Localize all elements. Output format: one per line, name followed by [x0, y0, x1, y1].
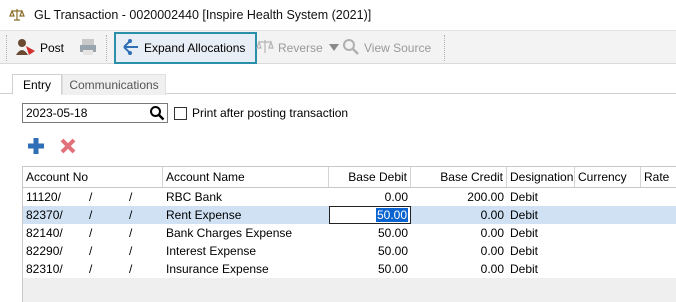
col-account-no[interactable]: Account No	[23, 167, 163, 187]
base-credit: 0.00	[480, 208, 504, 222]
expand-allocations-icon	[122, 38, 140, 59]
account-name: Rent Expense	[166, 208, 242, 222]
account-name: Bank Charges Expense	[166, 226, 293, 240]
account-name: Insurance Expense	[166, 262, 269, 276]
reverse-button[interactable]: Reverse	[256, 34, 323, 62]
date-value: 2023-05-18	[26, 106, 88, 120]
base-debit-edit-field[interactable]: 50.00	[329, 206, 411, 224]
base-debit: 50.00	[377, 262, 408, 276]
account-name: Interest Expense	[166, 244, 257, 258]
toolbar-separator	[444, 35, 445, 61]
print-button[interactable]	[78, 34, 98, 62]
designation: Debit	[510, 208, 539, 222]
search-icon[interactable]	[149, 105, 165, 121]
tab-strip: Entry Communications	[0, 72, 676, 95]
col-account-name[interactable]: Account Name	[163, 167, 329, 187]
col-rate[interactable]: Rate	[641, 167, 676, 187]
expand-allocations-button[interactable]: Expand Allocations	[114, 32, 258, 64]
window-title: GL Transaction - 0020002440 [Inspire Hea…	[34, 8, 372, 22]
base-debit-selected-text: 50.00	[375, 208, 408, 222]
view-source-label: View Source	[364, 41, 432, 55]
toolbar: Post Expand Allocations Reverse View Sou…	[0, 30, 676, 64]
table-row[interactable]: 82310/ / / Insurance Expense 50.00 0.00 …	[23, 260, 676, 278]
toolbar-separator	[106, 35, 107, 61]
grid-empty-area	[23, 278, 676, 302]
col-currency[interactable]: Currency	[575, 167, 641, 187]
print-after-posting-checkbox[interactable]	[174, 106, 187, 120]
base-credit: 0.00	[480, 262, 504, 276]
base-credit: 0.00	[480, 244, 504, 258]
account-no: 11120/ / /	[26, 190, 133, 204]
tab-entry[interactable]: Entry	[12, 74, 62, 95]
title-bar: GL Transaction - 0020002440 [Inspire Hea…	[0, 0, 676, 30]
expand-allocations-label: Expand Allocations	[144, 41, 246, 55]
designation: Debit	[510, 226, 539, 240]
reverse-label: Reverse	[278, 41, 323, 55]
scales-icon	[8, 7, 26, 23]
base-debit: 0.00	[384, 190, 408, 204]
grid-header: Account No Account Name Base Debit Base …	[23, 167, 676, 188]
view-source-dropdown-icon	[328, 41, 340, 56]
col-designation[interactable]: Designation	[507, 167, 575, 187]
view-source-button[interactable]: View Source	[328, 34, 431, 62]
account-no: 82310/ / /	[26, 262, 133, 276]
add-icon[interactable]	[26, 136, 46, 156]
designation: Debit	[510, 244, 539, 258]
toolbar-grip	[6, 35, 7, 61]
col-base-credit[interactable]: Base Credit	[411, 167, 507, 187]
delete-icon[interactable]	[58, 136, 78, 156]
designation: Debit	[510, 190, 539, 204]
account-no: 82370/ / /	[26, 208, 133, 222]
post-label: Post	[40, 41, 65, 55]
account-no: 82290/ / /	[26, 244, 133, 258]
account-no: 82140/ / /	[26, 226, 133, 240]
post-button[interactable]: Post	[14, 34, 64, 62]
base-credit: 0.00	[480, 226, 504, 240]
gl-entries-grid: Account No Account Name Base Debit Base …	[22, 166, 676, 302]
view-source-icon	[342, 38, 360, 59]
account-name: RBC Bank	[166, 190, 223, 204]
reverse-icon	[256, 38, 274, 59]
post-icon	[14, 37, 36, 60]
table-row[interactable]: 82140/ / / Bank Charges Expense 50.00 0.…	[23, 224, 676, 242]
col-base-debit[interactable]: Base Debit	[329, 167, 411, 187]
table-row[interactable]: 11120/ / / RBC Bank 0.00 200.00 Debit	[23, 188, 676, 206]
designation: Debit	[510, 262, 539, 276]
print-icon	[78, 37, 98, 60]
tab-communications[interactable]: Communications	[62, 74, 166, 95]
table-row[interactable]: 82290/ / / Interest Expense 50.00 0.00 D…	[23, 242, 676, 260]
base-debit: 50.00	[377, 244, 408, 258]
base-debit: 50.00	[377, 226, 408, 240]
print-after-posting-label: Print after posting transaction	[192, 106, 349, 120]
print-after-posting[interactable]: Print after posting transaction	[174, 106, 348, 120]
date-field[interactable]: 2023-05-18	[22, 103, 168, 123]
base-credit: 200.00	[467, 190, 504, 204]
table-row-selected[interactable]: 82370/ / / Rent Expense 50.00 0.00 Debit	[23, 206, 676, 224]
